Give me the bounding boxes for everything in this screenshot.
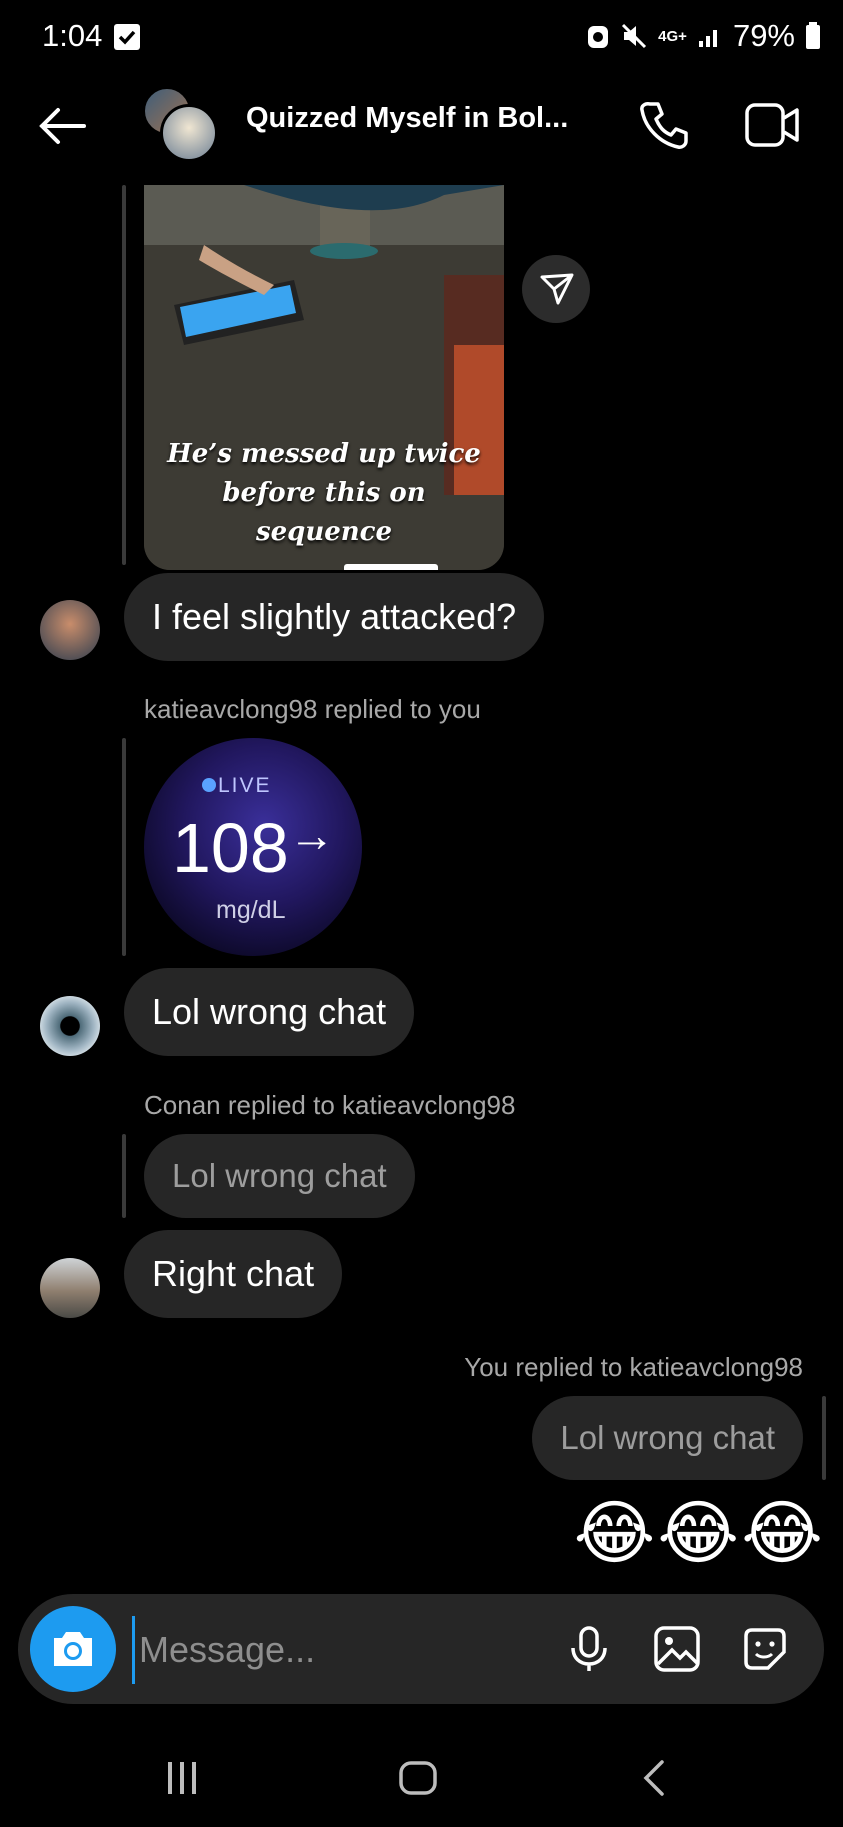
caption-line: He’s messed up twice: [167, 439, 481, 469]
camera-button[interactable]: [30, 1606, 116, 1692]
message-bubble[interactable]: Lol wrong chat: [124, 968, 415, 1056]
quoted-message[interactable]: Lol wrong chat: [532, 1396, 803, 1480]
message-bubble[interactable]: I feel slightly attacked?: [124, 573, 545, 661]
emoji-message[interactable]: 😂😂😂: [574, 1492, 825, 1574]
checkbox-notification-icon: [114, 24, 140, 50]
live-glucose-image[interactable]: LIVE 108→ mg/dL: [144, 738, 362, 956]
reply-meta: Conan replied to katieavclong98: [144, 1090, 516, 1120]
live-label: LIVE: [218, 774, 272, 797]
video-progress: [344, 564, 438, 570]
home-icon[interactable]: [398, 1760, 438, 1801]
back-arrow-icon[interactable]: [34, 98, 90, 154]
caption-line: sequence: [255, 517, 393, 547]
reply-indicator-bar: [122, 185, 126, 565]
recent-apps-icon[interactable]: [164, 1760, 200, 1801]
status-right: 4G+ 79%: [586, 18, 821, 54]
group-avatar[interactable]: [142, 86, 218, 162]
shared-video-post[interactable]: He’s messed up twice before this on sequ…: [144, 185, 504, 570]
signal-icon: [698, 30, 717, 47]
video-call-icon[interactable]: [744, 100, 800, 150]
sticker-icon[interactable]: [740, 1624, 790, 1674]
phone-call-icon[interactable]: [636, 98, 690, 152]
camera-icon: [54, 1632, 92, 1666]
reply-meta: You replied to katieavclong98: [464, 1352, 803, 1382]
status-bar: 1:04 4G+ 79%: [0, 0, 843, 80]
reply-meta: katieavclong98 replied to you: [144, 694, 481, 724]
reply-indicator-bar: [822, 1396, 826, 1480]
avatar[interactable]: [40, 1258, 100, 1318]
battery-percent: 79%: [732, 18, 795, 53]
quoted-message[interactable]: Lol wrong chat: [144, 1134, 415, 1218]
glucose-number: 108: [172, 809, 289, 887]
network-type: 4G+: [658, 27, 687, 45]
reply-indicator-bar: [122, 738, 126, 956]
message-bubble[interactable]: Right chat: [124, 1230, 343, 1318]
dnd-icon: [588, 26, 609, 48]
status-time: 1:04: [42, 18, 103, 53]
back-nav-icon[interactable]: [640, 1760, 670, 1801]
caption-line: before this on: [222, 478, 426, 508]
gallery-icon[interactable]: [652, 1624, 702, 1674]
glucose-value: 108→: [172, 808, 335, 888]
mute-icon: [622, 23, 647, 49]
trend-arrow: →: [288, 809, 335, 861]
avatar[interactable]: [40, 600, 100, 660]
avatar-2: [160, 104, 218, 162]
message-input[interactable]: [132, 1616, 561, 1684]
share-button[interactable]: [522, 255, 590, 323]
system-nav-bar: [0, 1720, 843, 1827]
glucose-unit: mg/dL: [216, 896, 286, 924]
avatar[interactable]: [40, 996, 100, 1056]
video-caption: He’s messed up twice before this on sequ…: [144, 435, 504, 552]
live-dot-icon: [202, 778, 216, 792]
reply-indicator-bar: [122, 1134, 126, 1218]
battery-icon: [806, 22, 820, 49]
microphone-icon[interactable]: [564, 1624, 614, 1674]
chat-title[interactable]: Quizzed Myself in Bol...: [246, 102, 568, 135]
message-composer: [18, 1594, 824, 1704]
